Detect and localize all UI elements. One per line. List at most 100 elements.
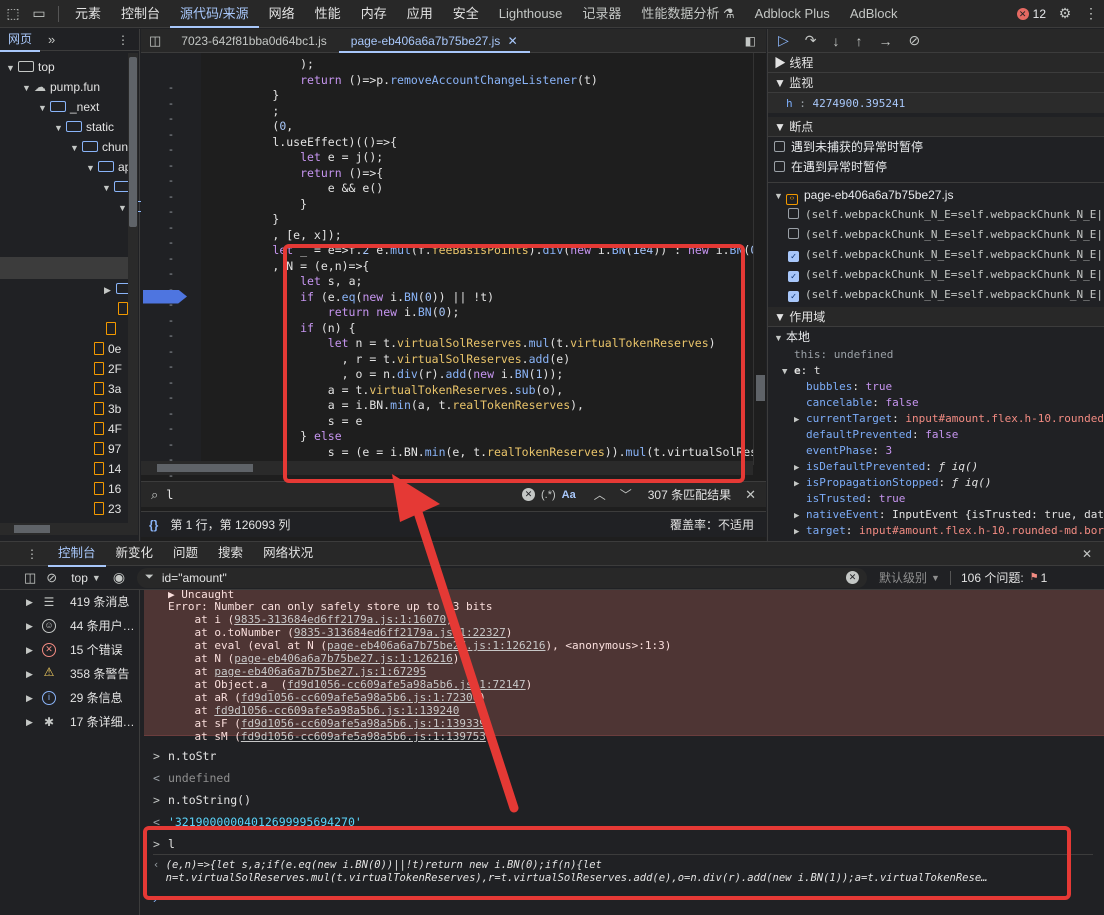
deactivate-breakpoints-icon[interactable]: ⊘ xyxy=(909,32,921,49)
clear-filter-icon[interactable]: ✕ xyxy=(846,571,860,584)
tree-file-2[interactable]: 3a xyxy=(94,379,121,399)
step-over-icon[interactable]: ↷ xyxy=(805,32,817,49)
step-icon[interactable]: → xyxy=(879,33,893,49)
main-tab-9[interactable]: 记录器 xyxy=(572,0,631,28)
watch-section[interactable]: ▼ 监视 xyxy=(768,73,1104,93)
navigator-scroll-thumb[interactable] xyxy=(129,57,137,227)
console-sidebar-item-bug[interactable]: ▶ ✱ 17 条详细… xyxy=(0,710,139,734)
main-tab-7[interactable]: 安全 xyxy=(443,0,489,28)
step-out-icon[interactable]: ↑ xyxy=(856,33,863,49)
toggle-navigator-icon[interactable]: ◫ xyxy=(149,33,161,49)
code-line[interactable]: , [e, x]); xyxy=(217,228,341,244)
tree-file-7[interactable]: 16 xyxy=(94,479,121,499)
live-expression-eye-icon[interactable]: ◉ xyxy=(113,569,125,586)
main-tab-5[interactable]: 内存 xyxy=(351,0,397,28)
drawer-tab-4[interactable]: 网络状况 xyxy=(253,541,323,567)
drawer-tab-0[interactable]: 控制台 xyxy=(48,541,106,567)
drawer-tab-2[interactable]: 问题 xyxy=(163,541,208,567)
scope-property[interactable]: ▶ currentTarget: input#amount.flex.h-10.r… xyxy=(768,411,1104,427)
code-line[interactable]: l.useEffect)(()=>{ xyxy=(217,135,397,151)
main-tab-3[interactable]: 网络 xyxy=(259,0,305,28)
settings-gear-icon[interactable]: ⚙ xyxy=(1052,0,1078,28)
breakpoint-item[interactable]: (self.webpackChunk_N_E=self.webpackChunk… xyxy=(768,205,1104,225)
console-sidebar-item-user[interactable]: ▶ ☺ 44 条用户… xyxy=(0,614,139,638)
clear-console-icon[interactable]: ⊘ xyxy=(46,570,57,586)
close-find-icon[interactable]: ✕ xyxy=(745,487,756,503)
breakpoint-item[interactable]: ✓ (self.webpackChunk_N_E=self.webpackChun… xyxy=(768,265,1104,285)
breakpoint-checkbox[interactable]: ✓ xyxy=(788,251,799,262)
editor-tab-7023[interactable]: 7023-642f81bba0d64bc1.js xyxy=(169,29,338,53)
breakpoint-item[interactable]: ✓ (self.webpackChunk_N_E=self.webpackChun… xyxy=(768,285,1104,305)
breakpoint-checkbox[interactable]: ✓ xyxy=(788,271,799,282)
console-sidebar-toggle-icon[interactable]: ◫ xyxy=(24,570,36,586)
editor-hscroll-thumb[interactable] xyxy=(157,464,253,472)
console-entry[interactable]: > n.toStr xyxy=(153,745,216,767)
scope-property[interactable]: ▶ target: input#amount.flex.h-10.rounded-… xyxy=(768,523,1104,539)
pause-caught-option[interactable]: 在遇到异常时暂停 xyxy=(768,157,1104,177)
navigator-menu-icon[interactable]: ⋮ xyxy=(117,33,129,47)
device-toolbar-icon[interactable]: ▭ xyxy=(26,0,52,28)
editor-vscrollbar[interactable] xyxy=(753,53,766,465)
tree-file-5[interactable]: 97 xyxy=(94,439,121,459)
resume-icon[interactable]: ▷ xyxy=(778,32,789,49)
tree-file-1[interactable]: 2F xyxy=(94,359,122,379)
context-dropdown-icon[interactable]: ▼ xyxy=(92,573,101,583)
pause-uncaught-option[interactable]: 遇到未捕获的异常时暂停 xyxy=(768,137,1104,157)
tree-node-0[interactable]: ▼ top xyxy=(6,57,55,77)
scope-property[interactable]: ▶ nativeEvent: InputEvent {isTrusted: tru… xyxy=(768,507,1104,523)
pause-caught-checkbox[interactable] xyxy=(774,161,785,172)
close-tab-icon[interactable]: ✕ xyxy=(508,34,518,48)
previous-match-icon[interactable]: ︿ xyxy=(594,486,606,503)
scope-property[interactable]: defaultPrevented: false xyxy=(768,427,1104,443)
inspect-element-icon[interactable]: ⬚ xyxy=(0,0,26,28)
tree-file-6[interactable]: 14 xyxy=(94,459,121,479)
code-line[interactable]: return ()=>p.removeAccountChangeListener… xyxy=(217,73,598,89)
breakpoint-checkbox[interactable] xyxy=(788,208,799,219)
drawer-tab-1[interactable]: 新变化 xyxy=(106,541,164,567)
main-tab-0[interactable]: 元素 xyxy=(65,0,111,28)
pretty-print-icon[interactable]: {} xyxy=(149,518,158,532)
drawer-tab-3[interactable]: 搜索 xyxy=(208,541,253,567)
scope-property[interactable]: cancelable: false xyxy=(768,395,1104,411)
more-tabs-icon[interactable]: » xyxy=(48,32,55,47)
tree-node-4[interactable]: ▼ chun xyxy=(70,137,128,157)
main-tab-10[interactable]: 性能数据分析 ⚗ xyxy=(631,0,744,28)
scope-property[interactable]: ▶ isDefaultPrevented: ƒ iq() xyxy=(768,459,1104,475)
main-tab-6[interactable]: 应用 xyxy=(397,0,443,28)
tree-node-3[interactable]: ▼ static xyxy=(54,117,114,137)
toggle-debugger-icon[interactable]: ◧ xyxy=(745,34,756,48)
code-line[interactable]: } xyxy=(217,212,279,228)
log-level-dropdown[interactable]: 默认级别 xyxy=(879,569,927,586)
local-scope[interactable]: ▼ 本地 xyxy=(768,327,1104,347)
more-menu-icon[interactable]: ⋮ xyxy=(1078,0,1104,28)
tree-file-0[interactable]: 0e xyxy=(94,339,121,359)
issues-count[interactable]: 106 个问题: xyxy=(961,569,1024,586)
threads-section[interactable]: ▶ 线程 xyxy=(768,53,1104,73)
navigator-hscrollbar[interactable] xyxy=(0,523,138,535)
main-tab-1[interactable]: 控制台 xyxy=(111,0,170,28)
pause-uncaught-checkbox[interactable] xyxy=(774,141,785,152)
code-line[interactable]: ; xyxy=(217,104,279,120)
console-entry[interactable]: < undefined xyxy=(153,767,230,789)
console-sidebar-item-list[interactable]: ▶ ☰ 419 条消息 xyxy=(0,590,139,614)
navigator-scrollbar[interactable] xyxy=(128,53,138,533)
watch-item[interactable]: h : 4274900.395241 xyxy=(768,93,1104,113)
regex-toggle[interactable]: (.*) xyxy=(541,489,556,501)
drawer-menu-icon[interactable]: ⋮ xyxy=(26,547,38,561)
code-line[interactable]: return ()=>{ xyxy=(217,166,383,182)
console-sidebar-item-info[interactable]: ▶ i 29 条信息 xyxy=(0,686,139,710)
tree-node-2[interactable]: ▼ _next xyxy=(38,97,99,117)
scope-property[interactable]: eventPhase: 3 xyxy=(768,443,1104,459)
breakpoint-item[interactable]: (self.webpackChunk_N_E=self.webpackChunk… xyxy=(768,225,1104,245)
editor-tab-page[interactable]: page-eb406a6a7b75be27.js ✕ xyxy=(338,29,530,53)
tree-file[interactable] xyxy=(106,319,120,339)
match-case-toggle[interactable]: Aa xyxy=(562,489,576,501)
code-line[interactable]: ); xyxy=(217,57,314,73)
tree-node-1[interactable]: ▼ ☁ pump.fun xyxy=(22,77,100,97)
code-line[interactable]: let e = j(); xyxy=(217,150,383,166)
main-tab-11[interactable]: Adblock Plus xyxy=(745,0,840,28)
breakpoint-item[interactable]: ✓ (self.webpackChunk_N_E=self.webpackChun… xyxy=(768,245,1104,265)
breakpoints-section[interactable]: ▼ 断点 xyxy=(768,117,1104,137)
error-counter[interactable]: ✕ 12 xyxy=(1016,7,1052,21)
step-into-icon[interactable]: ↓ xyxy=(833,33,840,49)
